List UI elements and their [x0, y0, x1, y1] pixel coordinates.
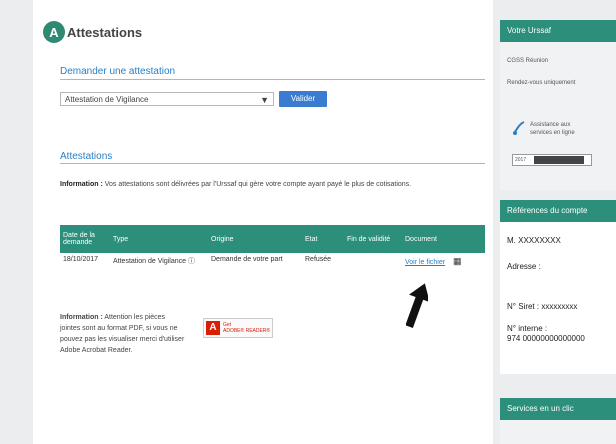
references-panel: M. XXXXXXXX Adresse : N° Siret : xxxxxxx… — [500, 222, 616, 374]
col-type: Type — [110, 225, 208, 253]
page-title: A Attestations — [43, 20, 142, 44]
references-panel-header: Références du compte — [500, 200, 616, 222]
urssaf-panel: CGSS Réunion Rendez-vous uniquement Assi… — [500, 42, 616, 190]
col-date: Date de la demande — [60, 225, 110, 253]
urssaf-name: CGSS Réunion — [507, 58, 549, 64]
urssaf-panel-header: Votre Urssaf — [500, 20, 616, 42]
services-panel — [500, 420, 616, 444]
cell-date: 18/10/2017 — [63, 256, 99, 263]
info-banner[interactable]: 2017 — [512, 154, 592, 166]
info-icon[interactable]: ⓘ — [188, 258, 195, 265]
assistance-line-1[interactable]: Assistance aux — [530, 122, 570, 128]
request-section-divider — [60, 79, 485, 80]
cell-document: Voir le fichier ▦ — [402, 253, 485, 270]
cell-type: Attestation de Vigilance ⓘ — [110, 253, 208, 270]
info-text: Vos attestations sont délivrées par l'Ur… — [104, 181, 412, 188]
info-label: Information : — [60, 181, 103, 188]
table-header-row: Date de la demande Type Origine Etat Fin… — [60, 225, 485, 253]
urssaf-hours: Rendez-vous uniquement — [507, 80, 576, 86]
annotation-arrow-icon — [406, 283, 428, 328]
internal-number-value: 974 00000000000000 — [507, 334, 585, 343]
calendar-icon[interactable]: ▦ — [453, 256, 462, 267]
info-banner-text: 2017 — [515, 157, 527, 163]
siret-number: N° Siret : xxxxxxxxx — [507, 302, 578, 311]
validate-button[interactable]: Valider — [279, 91, 327, 107]
col-origin: Origine — [208, 225, 302, 253]
page-title-text: Attestations — [67, 24, 143, 40]
view-file-link[interactable]: Voir le fichier — [405, 259, 445, 266]
internal-number-label: N° interne : — [507, 324, 548, 333]
table-row: 18/10/2017 Attestation de Vigilance ⓘ De… — [60, 253, 485, 270]
cell-type-text: Attestation de Vigilance — [113, 258, 187, 265]
adobe-badge-text: Get ADOBE® READER® — [223, 322, 270, 334]
attestation-type-select[interactable]: Attestation de Vigilance ▼ — [60, 92, 274, 106]
adobe-line-2: ADOBE® READER® — [223, 328, 271, 334]
adobe-logo-icon: A — [206, 321, 220, 335]
assistance-line-2[interactable]: services en ligne — [530, 130, 575, 136]
chevron-down-icon: ▼ — [260, 95, 269, 105]
col-validity: Fin de validité — [344, 225, 402, 253]
attestations-section-divider — [60, 163, 485, 164]
adobe-reader-badge[interactable]: A Get ADOBE® READER® — [203, 318, 273, 338]
info-message: Information : Vos attestations sont déli… — [60, 181, 490, 188]
assistance-icon — [512, 120, 526, 136]
services-panel-header: Services en un clic — [500, 398, 616, 420]
select-value: Attestation de Vigilance — [65, 95, 149, 104]
cell-validity — [344, 253, 402, 270]
cell-state: Refusée — [305, 256, 332, 263]
account-holder-name: M. XXXXXXXX — [507, 236, 561, 245]
cell-origin: Demande de votre part — [211, 256, 283, 263]
attestations-table: Date de la demande Type Origine Etat Fin… — [60, 225, 485, 270]
attestations-section-heading: Attestations — [60, 151, 113, 162]
pdf-info-label: Information : — [60, 314, 103, 321]
request-section-heading: Demander une attestation — [60, 66, 176, 77]
info-banner-graphic — [534, 156, 585, 164]
col-state: Etat — [302, 225, 344, 253]
pdf-info-message: Information : Attention les pièces joint… — [60, 312, 185, 356]
title-initial-badge: A — [43, 21, 65, 43]
col-document: Document — [402, 225, 485, 253]
address-label: Adresse : — [507, 262, 541, 271]
